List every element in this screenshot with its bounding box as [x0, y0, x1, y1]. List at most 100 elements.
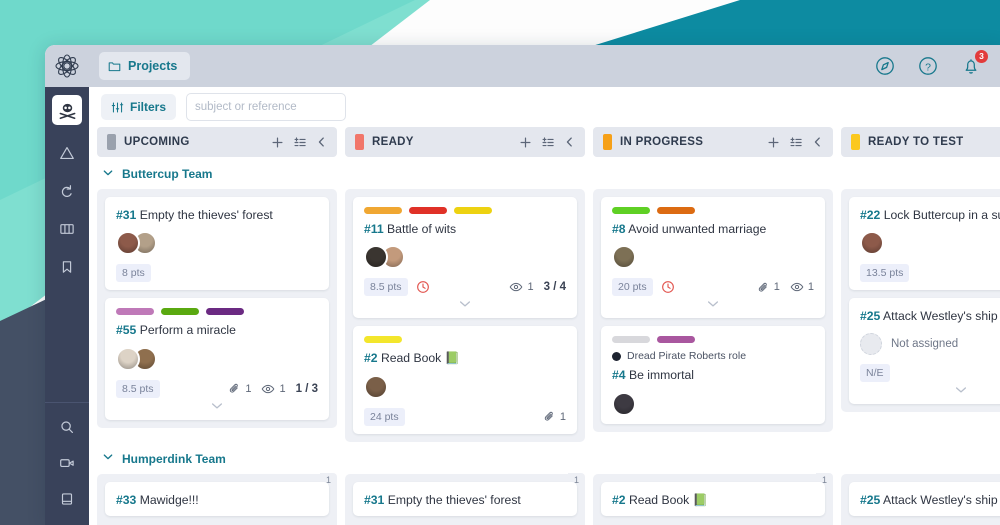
card-footer: N/E: [860, 363, 1000, 382]
swimlane-cell[interactable]: #31 Empty the thieves' forest 8 pts #55 Pe…: [97, 189, 337, 428]
card-title: #2 Read Book 📗: [612, 492, 708, 507]
discover-button[interactable]: [874, 55, 896, 77]
compass-icon: [876, 57, 894, 75]
filters-button[interactable]: Filters: [101, 94, 177, 120]
card-points[interactable]: 13.5 pts: [860, 264, 910, 283]
card-title: #55 Perform a miracle: [116, 323, 236, 338]
card-tag: [409, 207, 447, 214]
swimlane-cell[interactable]: 1 #2 Read Book 📗: [593, 472, 833, 525]
card-expand-button[interactable]: [116, 402, 318, 412]
chevron-left-icon: [318, 137, 324, 147]
sidebar-item-backlog[interactable]: [45, 135, 89, 171]
swimlane-row: #31 Empty the thieves' forest 8 pts #55 Pe…: [89, 189, 1000, 442]
card[interactable]: #2 Read Book 📗: [601, 481, 825, 517]
unassigned-label: Not assigned: [891, 337, 959, 350]
sidebar-item-bookmarks[interactable]: [45, 249, 89, 285]
plus-icon: [520, 137, 531, 147]
epic-label: Dread Pirate Roberts role: [627, 350, 747, 363]
card-due-icon[interactable]: [661, 280, 675, 294]
help-button[interactable]: ?: [917, 55, 939, 77]
collapse-column-button[interactable]: [812, 136, 823, 148]
notifications-button[interactable]: 3: [960, 50, 988, 77]
card[interactable]: #22 Lock Buttercup in a sui 13.5 pts: [849, 197, 1000, 291]
column-color-swatch: [851, 134, 860, 150]
sidebar-item-search[interactable]: [45, 409, 89, 445]
projects-button[interactable]: Projects: [99, 52, 191, 80]
expand-card-chevron-icon: [955, 387, 967, 393]
collapse-column-button[interactable]: [316, 136, 327, 148]
card[interactable]: #11 Battle of wits 8.5 pts 1 3 / 4: [353, 197, 577, 319]
add-to-list-icon: [542, 136, 554, 146]
card-title: #22 Lock Buttercup in a sui: [860, 208, 1000, 222]
sidebar-item-kanban[interactable]: [45, 211, 89, 247]
card[interactable]: #31 Empty the thieves' forest: [353, 481, 577, 517]
card[interactable]: #25 Attack Westley's ship Not assigned N/E: [849, 298, 1000, 404]
video-camera-icon: [60, 459, 74, 468]
card[interactable]: #31 Empty the thieves' forest 8 pts: [105, 197, 329, 291]
chevron-left-icon: [814, 137, 820, 147]
card-expand-button[interactable]: [612, 300, 814, 310]
book-icon: [61, 493, 73, 505]
swimlane-title[interactable]: Humperdink Team: [122, 452, 226, 466]
card-points[interactable]: 20 pts: [612, 278, 653, 297]
card-tag: [206, 308, 244, 316]
collapse-column-button[interactable]: [564, 136, 575, 148]
avatar[interactable]: [116, 346, 140, 371]
sidebar-item-sprints[interactable]: [45, 173, 89, 209]
card[interactable]: #55 Perform a miracle 8.5 pts 1 1 1 / 3: [105, 298, 329, 420]
add-bulk-button[interactable]: [789, 136, 803, 149]
project-avatar-button[interactable]: [52, 95, 82, 125]
avatar[interactable]: [364, 374, 388, 399]
avatar[interactable]: [612, 391, 636, 416]
card-assignees: [116, 346, 318, 371]
card[interactable]: #25 Attack Westley's ship: [849, 481, 1000, 517]
card[interactable]: #2 Read Book 📗 24 pts 1: [353, 326, 577, 434]
column-color-swatch: [603, 134, 612, 150]
card-title: #4 Be immortal: [612, 368, 694, 383]
add-card-button[interactable]: [271, 136, 284, 149]
kanban-board: UPCOMING READY IN PROGRESS READY TO TEST Bu…: [89, 127, 1000, 525]
card-points[interactable]: N/E: [860, 363, 890, 382]
card-attachment-count: 1: [757, 281, 780, 294]
card-expand-button[interactable]: [860, 386, 1000, 396]
card-points[interactable]: 8.5 pts: [116, 379, 160, 398]
card-meta: 1 3 / 4: [509, 280, 566, 294]
card-points[interactable]: 8 pts: [116, 264, 151, 283]
add-card-button[interactable]: [519, 136, 532, 149]
swimlane-cell[interactable]: #11 Battle of wits 8.5 pts 1 3 / 4 #2 Read B…: [345, 189, 585, 442]
workspace: Filters UPCOMING READY IN PROGRESS READY TO…: [89, 87, 1000, 525]
card[interactable]: #8 Avoid unwanted marriage 20 pts 1 1: [601, 197, 825, 319]
swimlane-cell[interactable]: #8 Avoid unwanted marriage 20 pts 1 1 Dread …: [593, 189, 833, 432]
search-box[interactable]: [186, 93, 350, 121]
card-points[interactable]: 8.5 pts: [364, 278, 408, 297]
card-points[interactable]: 24 pts: [364, 407, 405, 426]
avatar[interactable]: [860, 231, 884, 256]
sidebar-item-video[interactable]: [45, 445, 89, 481]
add-card-button[interactable]: [767, 136, 780, 149]
add-to-list-icon: [294, 136, 306, 146]
swimlane-toggle[interactable]: [103, 453, 113, 464]
card[interactable]: #33 Mawidge!!!: [105, 481, 329, 517]
card-expand-button[interactable]: [364, 300, 566, 310]
card-assignees: [116, 231, 318, 256]
add-bulk-button[interactable]: [293, 136, 307, 149]
card-attachment-count: 1: [543, 410, 566, 423]
swimlane-cell[interactable]: #22 Lock Buttercup in a sui 13.5 pts #25 A…: [841, 189, 1000, 412]
add-bulk-button[interactable]: [541, 136, 555, 149]
watcher-count-value: 1: [279, 382, 286, 395]
card-epic[interactable]: Dread Pirate Roberts role: [612, 350, 814, 362]
sidebar-item-wiki[interactable]: [45, 481, 89, 517]
swimlane-toggle[interactable]: [103, 169, 113, 180]
screenshot-root: Projects ? 3 Filters subject or referenc…: [0, 0, 1000, 525]
swimlane-title[interactable]: Buttercup Team: [122, 167, 212, 181]
card[interactable]: Dread Pirate Roberts role #4 Be immortal: [601, 326, 825, 424]
card-due-icon[interactable]: [416, 280, 430, 294]
swimlane-cell[interactable]: 1 #33 Mawidge!!!: [97, 472, 337, 525]
swimlane-cell[interactable]: 1#25 Attack Westley's ship: [841, 473, 1000, 525]
avatar[interactable]: [612, 245, 636, 270]
app-logo[interactable]: [45, 45, 89, 87]
swimlane-cell[interactable]: 1 #31 Empty the thieves' forest: [345, 472, 585, 525]
attachment-count-value: 1: [773, 281, 780, 294]
card-unassigned[interactable]: Not assigned: [860, 332, 1000, 355]
search-input[interactable]: [195, 101, 350, 113]
